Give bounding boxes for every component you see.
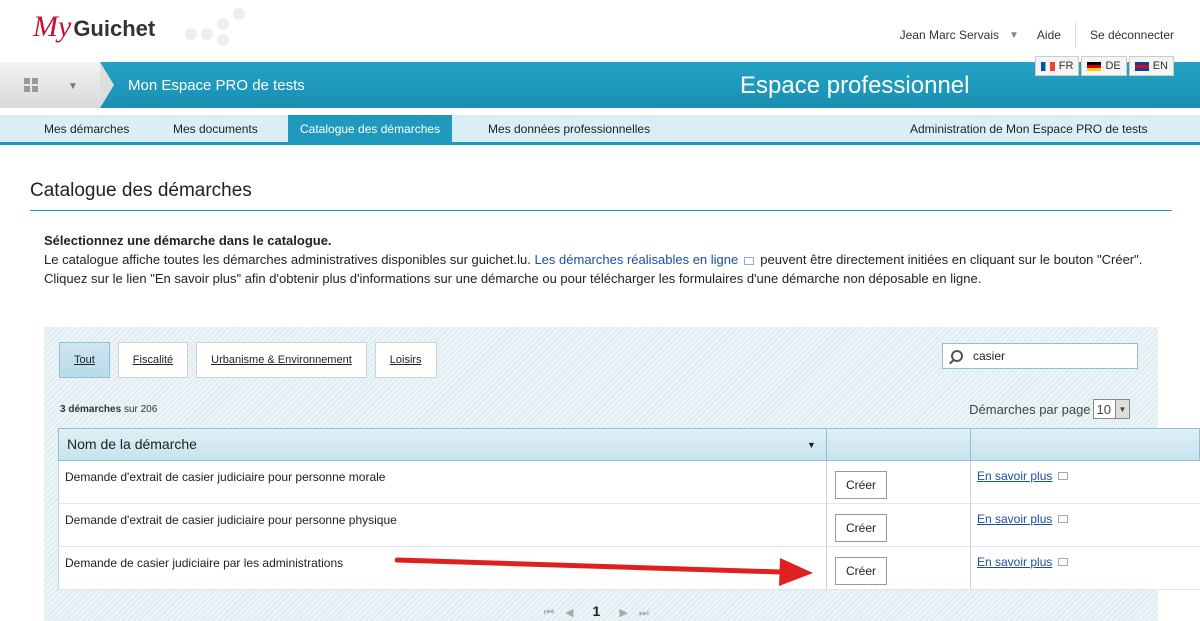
column-header-name[interactable]: Nom de la démarche xyxy=(59,429,827,460)
per-page-select[interactable]: 10 ▼ xyxy=(1092,399,1130,419)
language-switcher: FR DE EN xyxy=(1033,56,1174,76)
category-tabs: Tout Fiscalité Urbanisme & Environnement… xyxy=(59,342,445,378)
divider xyxy=(30,210,1172,211)
nav-donnees-pro[interactable]: Mes données professionnelles xyxy=(488,115,650,145)
user-menu: Jean Marc Servais ▼ Aide Se déconnecter xyxy=(900,22,1200,48)
divider xyxy=(1074,22,1076,48)
grid-icon xyxy=(24,78,38,92)
flag-de-icon xyxy=(1087,61,1102,71)
nav-mes-demarches[interactable]: Mes démarches xyxy=(44,115,129,145)
menu-arrow-decoration xyxy=(100,62,114,108)
procedure-name: Demande d'extrait de casier judiciaire p… xyxy=(59,461,827,503)
more-info-link[interactable]: En savoir plus xyxy=(977,469,1074,483)
espace-title: Espace professionnel xyxy=(740,72,970,99)
tab-loisirs[interactable]: Loisirs xyxy=(374,342,437,378)
last-page-icon[interactable]: ⏭ xyxy=(639,607,653,619)
create-button[interactable]: Créer xyxy=(835,471,887,499)
intro-text: Sélectionnez une démarche dans le catalo… xyxy=(44,233,1143,286)
lang-fr[interactable]: FR xyxy=(1034,56,1080,76)
chevron-down-icon: ▼ xyxy=(1115,400,1129,418)
column-header-action xyxy=(827,429,971,460)
chevron-down-icon: ▼ xyxy=(68,81,78,92)
table-row: Demande d'extrait de casier judiciaire p… xyxy=(58,461,1200,504)
first-page-icon[interactable]: ⏮ xyxy=(544,607,558,619)
intro-heading: Sélectionnez une démarche dans le catalo… xyxy=(44,233,332,248)
pagination: ⏮ ◀ 1 ▶ ⏭ xyxy=(544,603,653,620)
online-procedures-link[interactable]: Les démarches réalisables en ligne xyxy=(534,252,738,267)
more-info-link[interactable]: En savoir plus xyxy=(977,512,1074,526)
page-title: Catalogue des démarches xyxy=(30,180,252,201)
nav-catalogue[interactable]: Catalogue des démarches xyxy=(288,115,453,145)
help-link[interactable]: Aide xyxy=(1037,28,1061,42)
myguichet-logo[interactable]: MyGuichet xyxy=(33,10,155,44)
procedure-name: Demande d'extrait de casier judiciaire p… xyxy=(59,504,827,546)
current-page[interactable]: 1 xyxy=(593,603,605,619)
table-header: Nom de la démarche ▼ xyxy=(58,428,1200,461)
flag-fr-icon xyxy=(1040,61,1055,71)
table-row: Demande d'extrait de casier judiciaire p… xyxy=(58,504,1200,547)
apps-menu-button[interactable]: ▼ xyxy=(0,62,100,108)
chevron-down-icon[interactable]: ▼ xyxy=(1009,30,1019,41)
external-link-icon xyxy=(1058,558,1069,566)
result-count: 3 démarches sur 206 xyxy=(60,404,158,415)
top-header: MyGuichet Jean Marc Servais ▼ Aide Se dé… xyxy=(0,0,1200,62)
tab-urbanisme[interactable]: Urbanisme & Environnement xyxy=(196,342,367,378)
flag-en-icon xyxy=(1134,61,1149,71)
nav-mes-documents[interactable]: Mes documents xyxy=(173,115,258,145)
lang-de[interactable]: DE xyxy=(1081,56,1127,76)
user-name[interactable]: Jean Marc Servais xyxy=(900,28,999,42)
tab-tout[interactable]: Tout xyxy=(59,342,110,378)
logout-link[interactable]: Se déconnecter xyxy=(1090,28,1174,42)
space-name: Mon Espace PRO de tests xyxy=(128,77,305,94)
search-icon xyxy=(951,350,963,362)
external-link-icon xyxy=(744,256,755,265)
external-link-icon xyxy=(1058,472,1069,480)
create-button[interactable]: Créer xyxy=(835,514,887,542)
tab-fiscalite[interactable]: Fiscalité xyxy=(117,342,189,378)
sort-down-icon[interactable]: ▼ xyxy=(807,440,816,450)
prev-page-icon[interactable]: ◀ xyxy=(565,607,577,619)
red-arrow-annotation xyxy=(395,557,813,586)
per-page: Démarches par page 10 ▼ xyxy=(969,399,1130,419)
nav-administration[interactable]: Administration de Mon Espace PRO de test… xyxy=(910,115,1147,145)
create-button[interactable]: Créer xyxy=(835,557,887,585)
main-nav: Mes démarches Mes documents Catalogue de… xyxy=(0,115,1200,145)
next-page-icon[interactable]: ▶ xyxy=(619,607,631,619)
more-info-link[interactable]: En savoir plus xyxy=(977,555,1074,569)
external-link-icon xyxy=(1058,515,1069,523)
lang-en[interactable]: EN xyxy=(1128,56,1174,76)
search-input[interactable]: casier xyxy=(942,343,1138,369)
